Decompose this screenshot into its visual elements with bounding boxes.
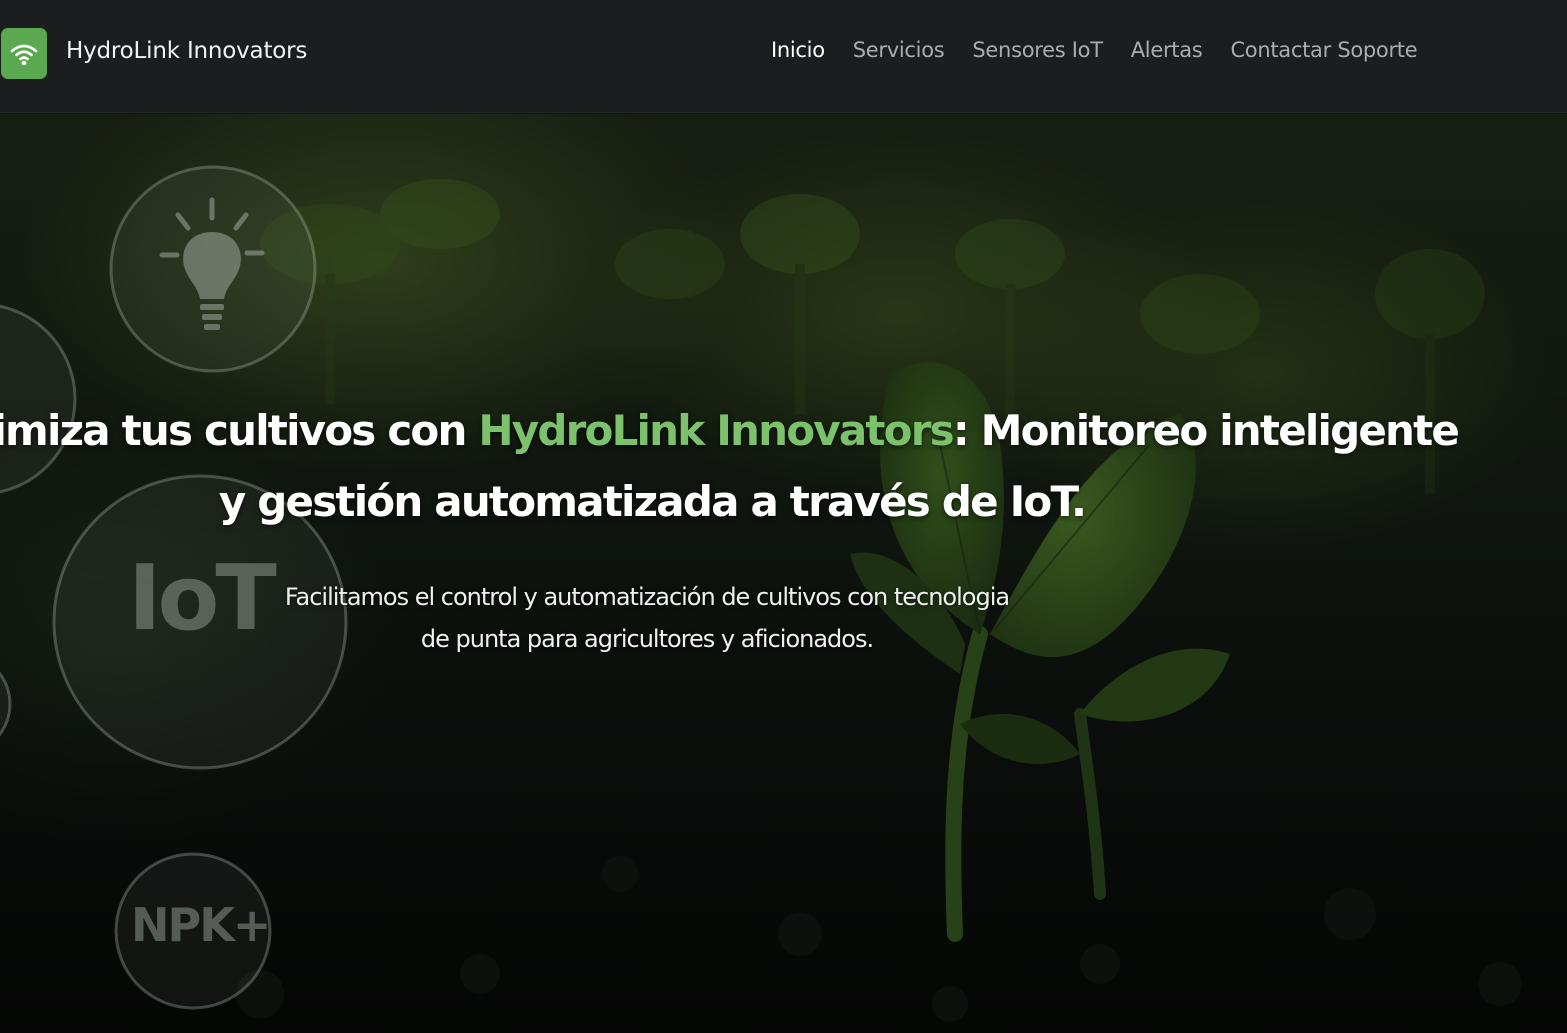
npk-badge-label: NPK+: [131, 898, 271, 952]
hero-title: ptimiza tus cultivos con HydroLink Innov…: [0, 395, 1524, 537]
page: HydroLink Innovators Inicio Servicios Se…: [0, 0, 1567, 1033]
hero-subtitle-line1: Facilitamos el control y automatización …: [284, 583, 1010, 611]
hero-section: IoT NPK+: [0, 114, 1567, 1033]
nav-link-sensores-iot[interactable]: Sensores IoT: [972, 38, 1103, 62]
nav-link-inicio[interactable]: Inicio: [771, 38, 825, 62]
main-nav: Inicio Servicios Sensores IoT Alertas Co…: [771, 38, 1418, 62]
nav-link-contactar-soporte[interactable]: Contactar Soporte: [1230, 38, 1417, 62]
hero-title-accent: HydroLink Innovators: [478, 406, 954, 455]
brand-name[interactable]: HydroLink Innovators: [66, 38, 307, 64]
nav-link-alertas[interactable]: Alertas: [1131, 38, 1203, 62]
hero-title-prefix: ptimiza tus cultivos con: [0, 406, 467, 455]
brand-logo[interactable]: [1, 28, 47, 79]
hero-subtitle-line2: de punta para agricultores y aficionados…: [420, 625, 874, 653]
hero-title-suffix: : Monitoreo inteligente: [952, 406, 1460, 455]
hero-title-line2: y gestión automatizada a través de IoT.: [218, 477, 1087, 526]
hero-subtitle: Facilitamos el control y automatización …: [242, 576, 1052, 660]
nav-link-servicios[interactable]: Servicios: [853, 38, 945, 62]
navbar: HydroLink Innovators Inicio Servicios Se…: [0, 0, 1567, 113]
wifi-icon: [10, 44, 38, 65]
